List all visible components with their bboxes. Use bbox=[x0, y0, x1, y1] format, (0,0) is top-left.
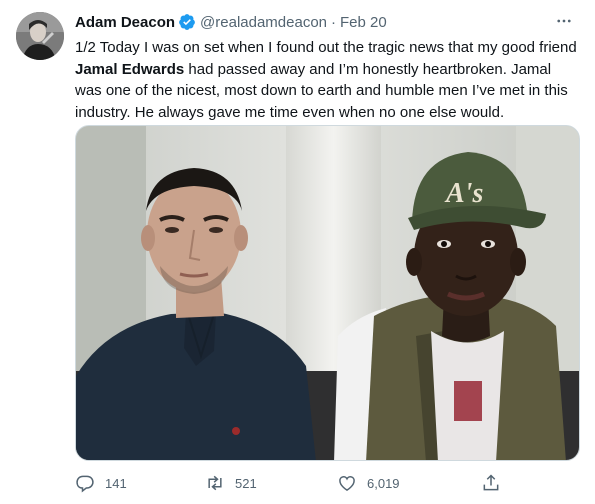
reply-icon bbox=[76, 475, 94, 493]
author-avatar[interactable] bbox=[16, 12, 64, 60]
like-icon bbox=[339, 476, 355, 491]
author-handle[interactable]: @realadamdeacon bbox=[200, 14, 327, 31]
verified-badge-icon bbox=[178, 13, 196, 31]
tweet-photo[interactable]: A's bbox=[75, 125, 580, 461]
avatar-image bbox=[16, 12, 64, 60]
tweet-text: 1/2 Today I was on set when I found out … bbox=[75, 37, 580, 123]
more-dots-icon bbox=[557, 19, 571, 23]
mentioned-name: Jamal Edwards bbox=[75, 60, 185, 78]
photo-two-men: A's bbox=[76, 126, 579, 460]
reply-button[interactable]: 141 bbox=[75, 470, 127, 496]
author-name[interactable]: Adam Deacon bbox=[75, 14, 175, 31]
tweet-date[interactable]: Feb 20 bbox=[340, 14, 387, 31]
tweet[interactable]: Adam Deacon @realadamdeacon · Feb 20 1/2… bbox=[0, 0, 595, 504]
share-icon bbox=[483, 474, 499, 491]
retweet-button[interactable]: 521 bbox=[205, 470, 257, 496]
retweet-count: 521 bbox=[235, 475, 257, 491]
more-options-button[interactable] bbox=[553, 10, 575, 32]
share-button[interactable] bbox=[481, 470, 511, 496]
tweet-text-part1: 1/2 Today I was on set when I found out … bbox=[75, 39, 577, 56]
like-count: 6,019 bbox=[367, 475, 400, 491]
separator-dot: · bbox=[331, 13, 337, 31]
retweet-icon bbox=[208, 475, 222, 491]
tweet-header: Adam Deacon @realadamdeacon · Feb 20 bbox=[75, 12, 387, 32]
like-button[interactable]: 6,019 bbox=[337, 470, 400, 496]
tweet-actions: 141 521 6,019 bbox=[75, 470, 505, 496]
cap-logo-text: A's bbox=[444, 178, 483, 209]
reply-count: 141 bbox=[105, 475, 127, 491]
